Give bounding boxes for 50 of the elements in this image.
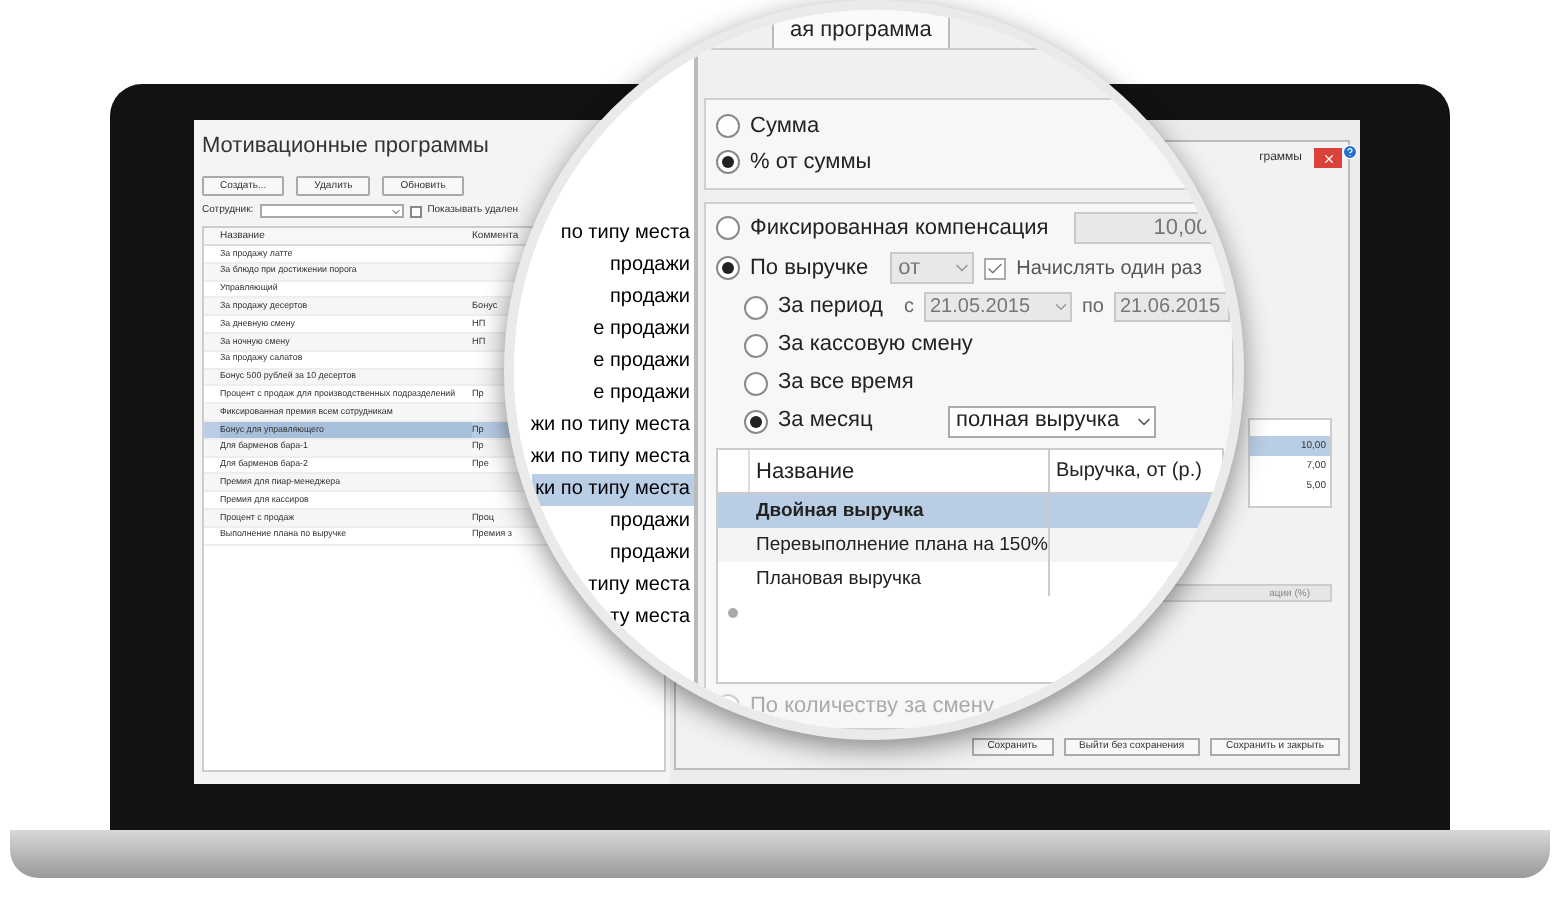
radio-label: % от суммы [750,147,872,178]
help-icon[interactable] [1342,144,1358,160]
radio-button[interactable] [716,256,740,280]
close-button[interactable] [1314,148,1342,168]
radio-button[interactable] [744,371,768,395]
radio-label: По выручке [750,253,869,284]
comment-fragment: жи по типу места [528,444,692,472]
comment-fragment: жи по типу места [528,412,692,440]
checkbox[interactable] [984,257,1007,279]
window-title: Мотивационные программы [202,132,491,160]
close-icon [1321,151,1335,165]
table-cell: Плановая выручка [750,562,1050,596]
radio-button[interactable] [716,114,740,138]
caret-icon [389,205,402,217]
comment-fragment: продажи [608,540,692,568]
comment-fragment: е продажи [591,348,692,376]
date-field[interactable]: 21.05.2015 [924,292,1072,322]
radio-label: За период [778,292,885,323]
revenue-dropdown[interactable]: полная выручка [948,405,1156,437]
column-header: Название [750,450,1050,492]
comment-fragment: продажи [608,252,692,280]
radio-button[interactable] [744,333,768,357]
radio-button[interactable] [716,150,740,174]
comment-fragment: е продажи [591,316,692,344]
to-label: по [1082,294,1104,322]
condition-dropdown[interactable]: от [890,252,975,284]
from-label: с [904,294,914,322]
checkbox-label: Начислять один раз [1016,255,1202,283]
radio-button[interactable] [744,409,768,433]
comment-fragment: ки по типу места [531,474,694,506]
comment-fragment: продажи [608,508,692,536]
comment-fragment: е продажи [591,380,692,408]
column-header: Выручка, от (р.) [1054,458,1202,486]
radio-button[interactable] [744,295,768,319]
radio-label: Фиксированная компенсация [750,213,1049,244]
radio-label: За все время [778,368,914,399]
radio-label: За месяц [778,406,875,437]
checkbox[interactable] [409,205,422,217]
comment-fragment: по типу места [558,220,692,248]
employee-field[interactable] [259,204,404,218]
comment-fragment: продажи [608,284,692,312]
radio-label: По количеству за смену [750,691,994,722]
radio-label: За кассовую смену [778,330,973,361]
comment-fragment: ту места [608,604,692,632]
radio-label: Сумма [750,111,820,142]
radio-button[interactable] [716,216,740,240]
comment-fragment: типу места [586,572,692,600]
caret-icon [1052,298,1070,316]
tab[interactable]: ая программа [772,10,950,48]
date-field[interactable]: 21.06.2015 [1113,292,1230,322]
